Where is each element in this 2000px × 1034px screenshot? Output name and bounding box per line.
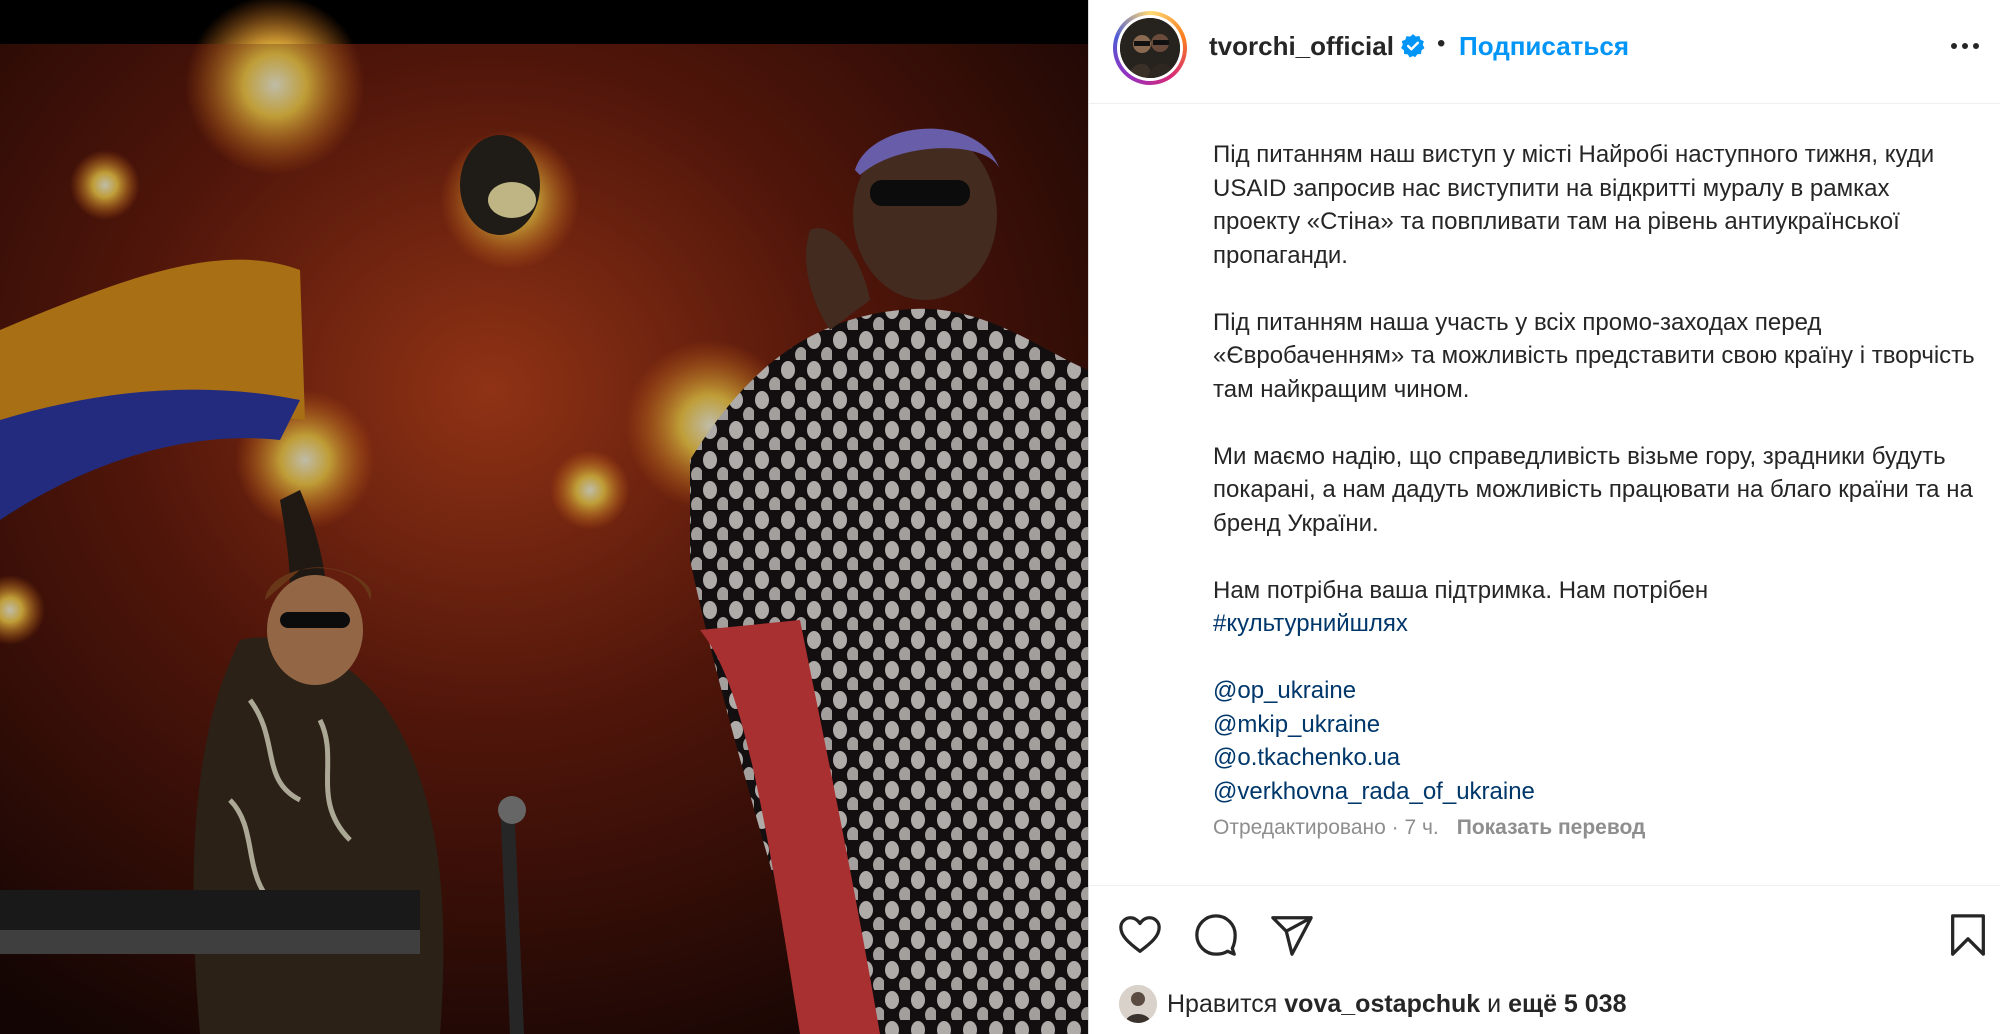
edited-timestamp: Отредактировано · 7 ч. bbox=[1213, 816, 1439, 839]
mention-link[interactable]: @o.tkachenko.ua bbox=[1213, 741, 1400, 775]
more-options-icon[interactable] bbox=[1947, 28, 1983, 64]
post-sidebar: tvorchi_official • Подписаться Під питан… bbox=[1089, 0, 2000, 1034]
avatar-image bbox=[1120, 18, 1180, 78]
hashtag-link[interactable]: #культурнийшлях bbox=[1213, 607, 1408, 641]
comment-icon[interactable] bbox=[1193, 912, 1239, 958]
mention-link[interactable]: @verkhovna_rada_of_ukraine bbox=[1213, 775, 1535, 809]
caption-paragraph: Ми маємо надію, що справедливість візьме… bbox=[1213, 442, 1973, 537]
share-icon[interactable] bbox=[1269, 912, 1315, 958]
show-translation-button[interactable]: Показать перевод bbox=[1457, 816, 1646, 839]
follow-button[interactable]: Подписаться bbox=[1459, 31, 1629, 62]
post-caption: Під питанням наш виступ у місті Найробі … bbox=[1213, 138, 1983, 808]
header-separator: • bbox=[1437, 30, 1446, 57]
liker-username[interactable]: vova_ostapchuk bbox=[1284, 990, 1480, 1018]
heart-icon[interactable] bbox=[1117, 912, 1163, 958]
likes-conjunction: и bbox=[1487, 990, 1502, 1018]
concert-photo-illustration bbox=[0, 0, 1088, 1034]
mentions-list: @op_ukraine @mkip_ukraine @o.tkachenko.u… bbox=[1213, 674, 1983, 808]
mention-link[interactable]: @mkip_ukraine bbox=[1213, 708, 1380, 742]
caption-paragraph: Під питанням наш виступ у місті Найробі … bbox=[1213, 141, 1935, 269]
likes-text: Нравится vova_ostapchuk и ещё 5 038 bbox=[1167, 990, 1627, 1019]
post-header: tvorchi_official • Подписаться bbox=[1089, 0, 2000, 104]
post-meta: Отредактировано · 7 ч. Показать перевод bbox=[1213, 816, 1645, 840]
liker-avatar-image bbox=[1119, 985, 1157, 1023]
bookmark-icon[interactable] bbox=[1945, 912, 1991, 958]
support-text: Нам потрібна ваша підтримка. Нам потрібе… bbox=[1213, 576, 1709, 604]
likes-prefix: Нравится bbox=[1167, 990, 1278, 1018]
mention-link[interactable]: @op_ukraine bbox=[1213, 674, 1356, 708]
liker-avatar[interactable] bbox=[1119, 985, 1157, 1023]
post-photo[interactable] bbox=[0, 0, 1088, 1034]
caption-support: Нам потрібна ваша підтримка. Нам потрібе… bbox=[1213, 574, 1983, 641]
avatar[interactable] bbox=[1113, 11, 1187, 85]
likes-count-button[interactable]: ещё 5 038 bbox=[1508, 990, 1626, 1018]
caption-paragraph: Під питанням наша участь у всіх промо-за… bbox=[1213, 308, 1975, 403]
username-link[interactable]: tvorchi_official bbox=[1209, 31, 1394, 62]
verified-badge-icon bbox=[1401, 34, 1425, 58]
actions-divider bbox=[1089, 885, 2000, 886]
